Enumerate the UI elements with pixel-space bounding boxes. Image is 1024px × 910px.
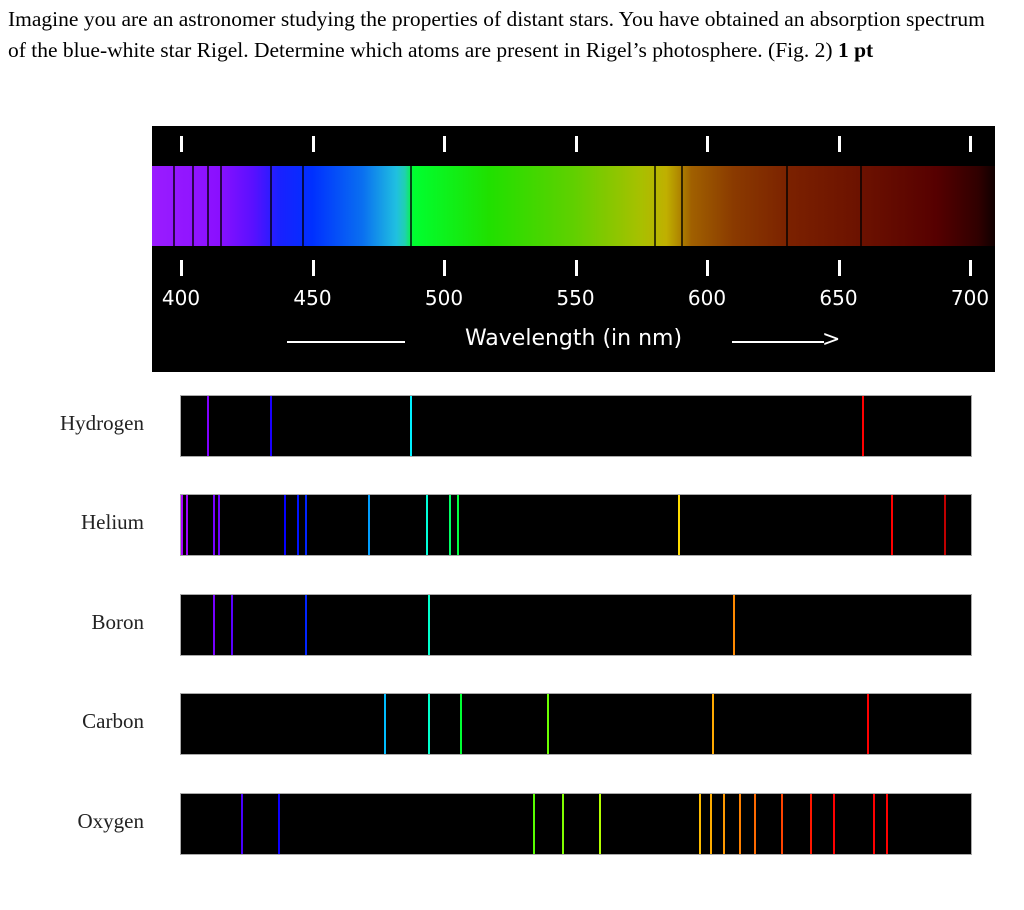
tick-mark-top <box>706 136 709 152</box>
emission-line <box>867 694 870 754</box>
tick-label: 400 <box>161 286 201 310</box>
tick-label: 550 <box>556 286 595 310</box>
emission-line <box>425 495 428 555</box>
tick-label: 500 <box>424 286 464 310</box>
emission-line <box>230 595 233 655</box>
rigel-absorption-spectrum <box>152 166 995 246</box>
emission-line <box>217 495 220 555</box>
emission-line <box>181 495 183 555</box>
emission-line <box>599 794 602 854</box>
emission-line <box>699 794 702 854</box>
element-label-helium: Helium <box>81 510 144 534</box>
emission-line <box>409 396 412 456</box>
element-label-oxygen: Oxygen <box>77 809 145 833</box>
emission-line <box>459 694 462 754</box>
tick-label: 450 <box>293 286 332 310</box>
emission-line <box>733 595 736 655</box>
emission-spectrum-carbon <box>180 693 972 755</box>
absorption-line <box>301 166 304 246</box>
tick-mark-top <box>574 136 578 152</box>
tick-mark-bottom <box>969 260 972 276</box>
element-label-carbon: Carbon <box>82 709 144 733</box>
tick-mark-bottom <box>574 260 578 276</box>
question-text: Imagine you are an astronomer studying t… <box>8 4 1008 66</box>
emission-line <box>304 495 307 555</box>
tick-mark-top <box>969 136 972 152</box>
absorption-line <box>207 166 210 246</box>
emission-line <box>207 396 210 456</box>
emission-line <box>754 794 757 854</box>
emission-spectrum-oxygen <box>180 793 972 855</box>
absorption-line <box>409 166 412 246</box>
emission-line <box>780 794 783 854</box>
emission-line <box>678 495 681 555</box>
tick-mark-bottom <box>311 260 315 276</box>
tick-label: 700 <box>950 286 990 310</box>
arrow-head: > <box>822 327 841 352</box>
emission-line <box>449 495 452 555</box>
emission-line <box>278 794 281 854</box>
tick-mark-top <box>311 136 315 152</box>
emission-line <box>546 694 549 754</box>
tick-mark-top <box>837 136 841 152</box>
emission-line <box>809 794 812 854</box>
emission-line <box>296 495 299 555</box>
tick-mark-bottom <box>706 260 709 276</box>
emission-line <box>241 794 244 854</box>
emission-line <box>872 794 875 854</box>
emission-line <box>457 495 460 555</box>
emission-line <box>738 794 741 854</box>
emission-line <box>562 794 565 854</box>
rigel-spectrum-figure: Wavelength (in nm) > 400 450 500 550 600 650 7… <box>152 126 995 372</box>
tick-mark-bottom <box>443 260 446 276</box>
tick-label: 650 <box>819 286 858 310</box>
tick-mark-bottom <box>180 260 183 276</box>
absorption-line <box>191 166 194 246</box>
axis-line-right <box>732 341 824 343</box>
emission-line <box>885 794 888 854</box>
absorption-line <box>173 166 176 246</box>
absorption-line <box>270 166 273 246</box>
tick-mark-bottom <box>837 260 841 276</box>
emission-line <box>270 396 273 456</box>
emission-line <box>212 595 215 655</box>
absorption-line <box>220 166 223 246</box>
absorption-line <box>680 166 683 246</box>
emission-line <box>428 694 431 754</box>
emission-line <box>428 595 431 655</box>
emission-line <box>186 495 189 555</box>
absorption-line <box>785 166 788 246</box>
emission-line <box>304 595 307 655</box>
element-label-hydrogen: Hydrogen <box>60 411 144 435</box>
emission-line <box>943 495 946 555</box>
absorption-line <box>859 166 862 246</box>
axis-label: Wavelength (in nm) <box>464 326 683 351</box>
emission-line <box>367 495 370 555</box>
emission-line <box>212 495 215 555</box>
emission-line <box>862 396 865 456</box>
emission-line <box>833 794 836 854</box>
emission-line <box>709 794 712 854</box>
points-label: 1 pt <box>837 38 874 62</box>
emission-spectrum-helium <box>180 494 972 556</box>
element-label-boron: Boron <box>91 610 145 634</box>
tick-label: 600 <box>687 286 727 310</box>
emission-spectrum-boron <box>180 594 972 656</box>
tick-mark-top <box>180 136 183 152</box>
emission-line <box>533 794 536 854</box>
emission-line <box>722 794 725 854</box>
emission-line <box>383 694 386 754</box>
emission-line <box>283 495 286 555</box>
emission-line <box>891 495 894 555</box>
absorption-line <box>654 166 657 246</box>
emission-spectrum-hydrogen <box>180 395 972 457</box>
emission-line <box>712 694 715 754</box>
tick-mark-top <box>443 136 446 152</box>
